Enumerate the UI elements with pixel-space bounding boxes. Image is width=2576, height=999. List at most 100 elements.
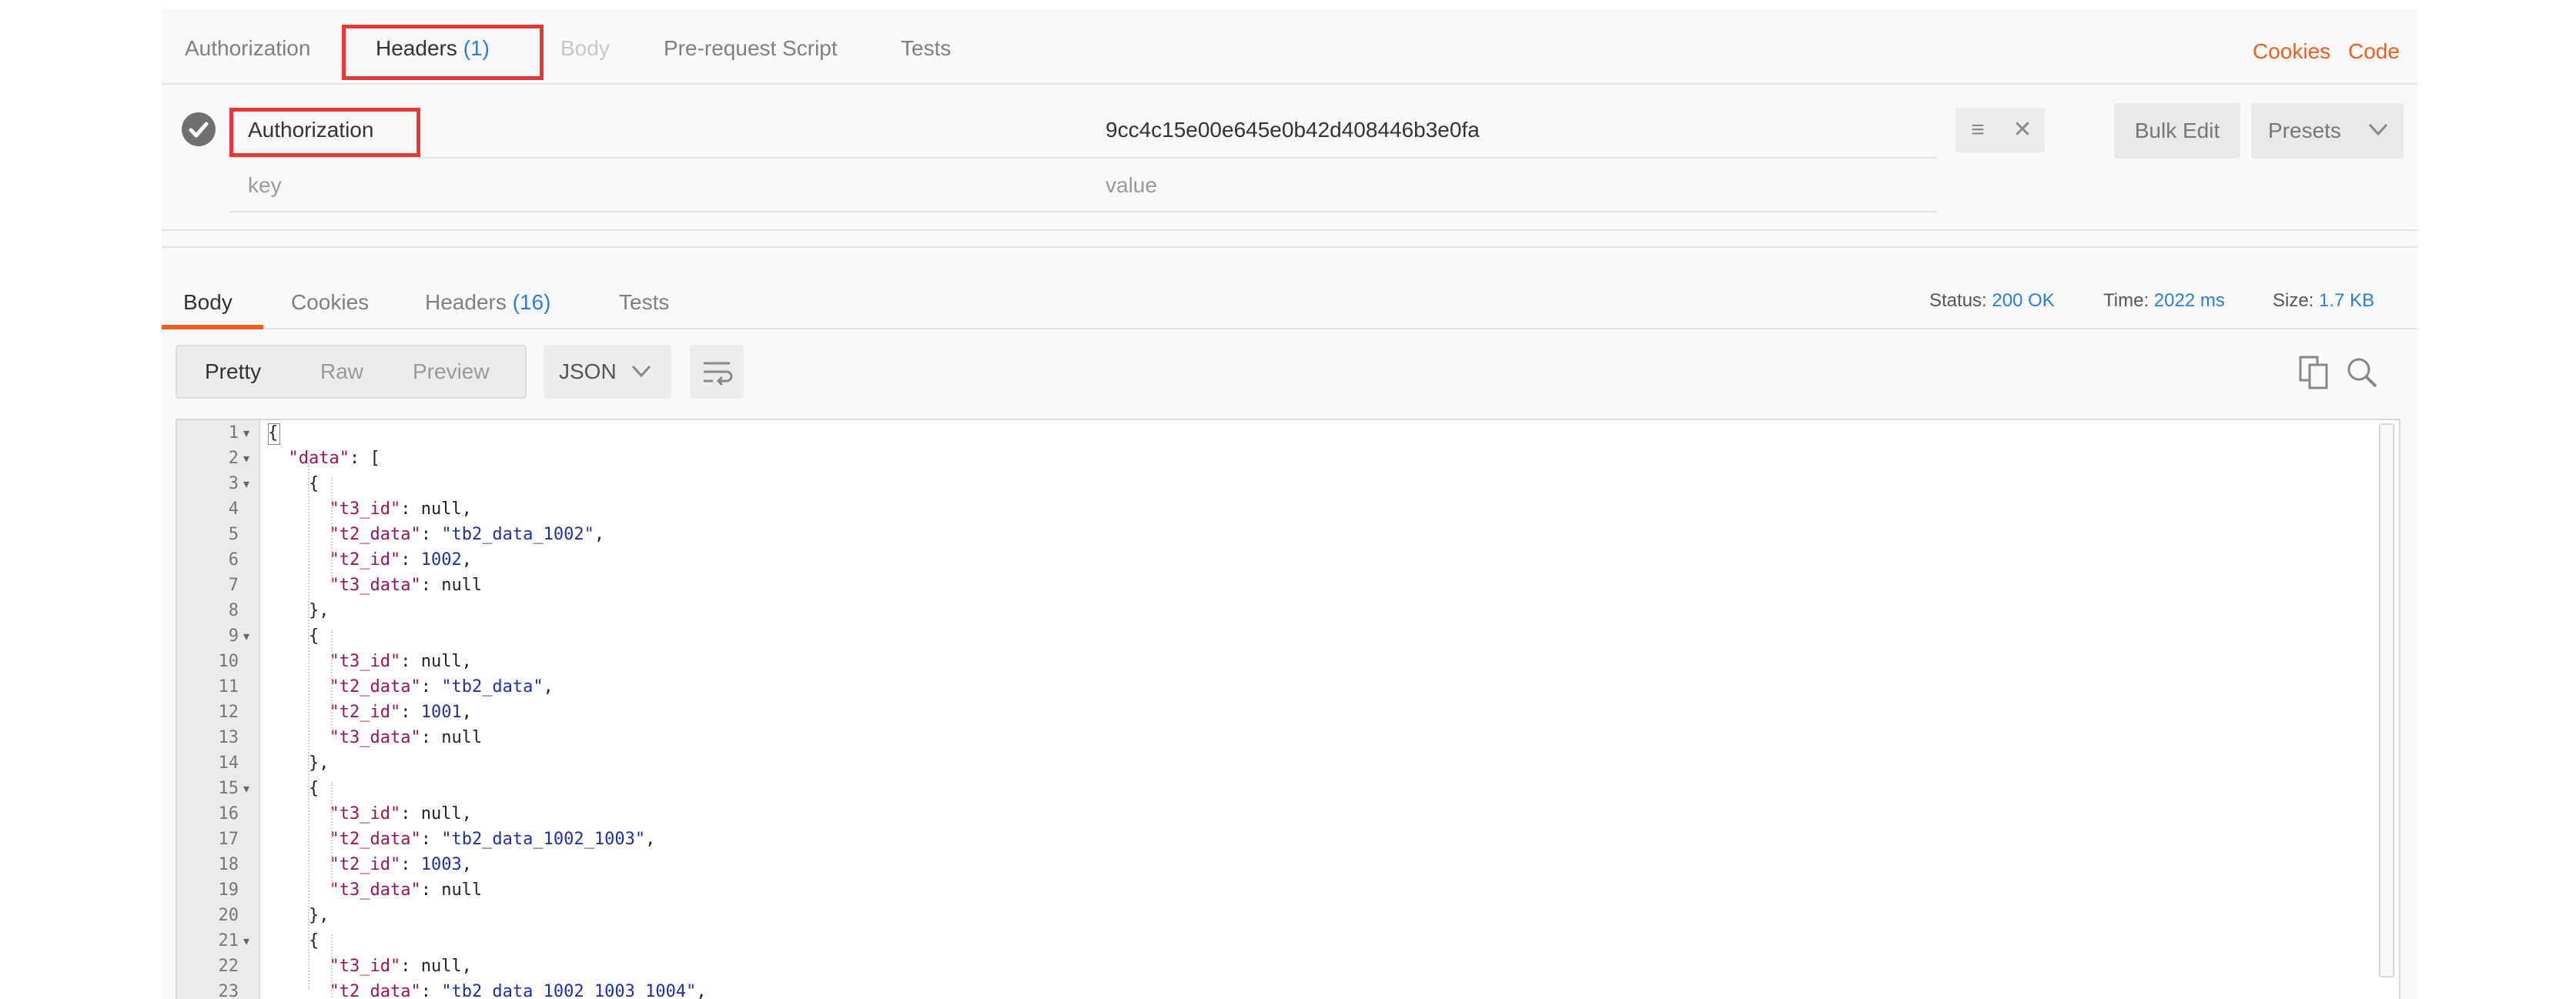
text-cursor: [268, 423, 280, 445]
indent-guide: [331, 477, 333, 582]
line-number: 16: [218, 804, 239, 824]
line-number: 4: [228, 500, 239, 519]
tab-pre-request-script[interactable]: Pre-request Script: [664, 35, 838, 62]
vertical-scrollbar[interactable]: [2379, 423, 2394, 977]
time-readout: Time: 2022 ms: [2103, 290, 2225, 311]
code-line: "t3_id": null,: [329, 804, 472, 824]
code-line: "t3_id": null,: [329, 957, 472, 976]
request-tab-bar: Authorization Headers (1) Body Pre-reque…: [162, 9, 2417, 85]
response-tab-bar: Body Cookies Headers (16) Tests Status: …: [162, 254, 2417, 329]
header-value-field[interactable]: 9cc4c15e00e645e0b42d408446b3e0fa: [1106, 117, 1480, 143]
line-number: 21: [218, 931, 239, 951]
response-headers-count: (16): [512, 290, 551, 314]
code-line: {: [268, 626, 319, 646]
indent-guide: [331, 630, 333, 734]
code-line: "t3_data": null: [329, 728, 483, 747]
key-placeholder[interactable]: key: [248, 172, 282, 199]
line-number: 23: [218, 982, 239, 999]
line-number: 12: [218, 703, 239, 722]
tab-response-cookies[interactable]: Cookies: [291, 289, 369, 316]
code-line: },: [268, 906, 330, 925]
key-underline: [229, 157, 1124, 159]
chevron-down-icon: [2368, 123, 2388, 136]
indent-guide: [331, 934, 333, 999]
code-line: "t2_data": "tb2_data_1002",: [329, 525, 605, 544]
highlight-box-headers: [342, 25, 544, 80]
tab-authorization[interactable]: Authorization: [185, 35, 310, 62]
indent-guide: [308, 451, 309, 990]
fold-toggle-icon[interactable]: ▾: [243, 928, 249, 954]
raw-button[interactable]: Raw: [320, 346, 363, 397]
line-number: 8: [228, 601, 239, 620]
line-number: 15: [218, 779, 239, 798]
fold-toggle-icon[interactable]: ▾: [243, 471, 249, 496]
line-number: 10: [218, 652, 239, 671]
format-label: JSON: [559, 359, 617, 383]
code-line: "t3_data": null: [329, 576, 483, 595]
code-line: },: [268, 601, 330, 620]
cookies-link[interactable]: Cookies: [2253, 38, 2330, 65]
close-icon[interactable]: ✕: [2000, 108, 2045, 152]
search-icon[interactable]: [2343, 354, 2380, 391]
fold-toggle-icon[interactable]: ▾: [243, 623, 249, 649]
line-number: 17: [218, 830, 239, 849]
line-number: 9: [228, 626, 239, 646]
code-line: "t2_data": "tb2_data_1002_1003_1004",: [329, 982, 707, 999]
postman-app: Authorization Headers (1) Body Pre-reque…: [162, 9, 2417, 999]
line-number-gutter: 1 ▾ 2 ▾ 3 ▾ 4 5 6 7 8 9 ▾ 10 11 12 13 14 15 ▾ 16 17 18 19 20 21 ▾ 2…: [177, 420, 260, 999]
tab-response-headers[interactable]: Headers (16): [425, 289, 550, 316]
value-placeholder-underline: [1089, 211, 1937, 212]
view-mode-selector: Pretty Raw Preview: [176, 345, 527, 399]
wrap-lines-button[interactable]: [690, 345, 744, 399]
value-underline: [1089, 157, 1937, 159]
key-placeholder-underline: [229, 211, 1124, 212]
active-tab-indicator: [162, 325, 263, 329]
divider: [162, 229, 2417, 231]
code-line: "t2_id": 1003,: [329, 855, 472, 874]
tab-response-body[interactable]: Body: [183, 289, 233, 316]
code-line: "t3_id": null,: [329, 500, 472, 519]
line-number: 1: [228, 423, 239, 443]
bulk-edit-button[interactable]: Bulk Edit: [2114, 103, 2240, 159]
presets-button[interactable]: Presets: [2251, 103, 2404, 159]
code-link[interactable]: Code: [2348, 38, 2400, 65]
code-line: {: [268, 779, 319, 798]
fold-toggle-icon[interactable]: ▾: [243, 446, 249, 471]
code-line: "t3_data": null: [329, 880, 483, 900]
line-number: 20: [218, 906, 239, 925]
code-line: "data": [: [288, 449, 380, 468]
line-number: 6: [228, 550, 239, 570]
check-icon[interactable]: [182, 112, 216, 146]
line-number: 5: [228, 525, 239, 544]
code-line: "t2_data": "tb2_data",: [329, 677, 554, 697]
code-line: "t2_id": 1002,: [329, 550, 472, 570]
line-number: 2: [228, 449, 239, 468]
copy-icon[interactable]: [2297, 354, 2331, 391]
line-number: 11: [218, 677, 239, 697]
pretty-button[interactable]: Pretty: [205, 346, 261, 397]
status-readout: Status: 200 OK: [1929, 290, 2055, 311]
response-body-viewer[interactable]: 1 ▾ 2 ▾ 3 ▾ 4 5 6 7 8 9 ▾ 10 11 12 13 14 15 ▾ 16 17 18 19 20 21 ▾ 2…: [176, 419, 2400, 999]
format-dropdown[interactable]: JSON: [544, 345, 671, 399]
value-placeholder[interactable]: value: [1106, 172, 1157, 199]
line-number: 7: [228, 576, 239, 595]
highlight-box-authorization: [229, 108, 420, 157]
fold-toggle-icon[interactable]: ▾: [243, 420, 249, 446]
tab-response-tests[interactable]: Tests: [619, 289, 669, 316]
code-line: },: [268, 753, 330, 773]
preview-button[interactable]: Preview: [413, 346, 490, 397]
size-readout: Size: 1.7 KB: [2273, 290, 2375, 311]
line-number: 13: [218, 728, 239, 747]
tab-tests[interactable]: Tests: [901, 35, 951, 62]
code-line: {: [268, 474, 319, 493]
indent-guide: [331, 782, 333, 887]
line-number: 22: [218, 957, 239, 976]
code-line: "t3_id": null,: [329, 652, 472, 671]
code-line: {: [268, 931, 319, 951]
drag-handle-icon[interactable]: ≡: [1955, 108, 2000, 152]
line-number: 3: [228, 474, 239, 493]
tab-body[interactable]: Body: [560, 35, 610, 62]
code-line: "t2_data": "tb2_data_1002_1003",: [329, 830, 656, 849]
fold-toggle-icon[interactable]: ▾: [243, 776, 249, 801]
code-line: "t2_id": 1001,: [329, 703, 472, 722]
